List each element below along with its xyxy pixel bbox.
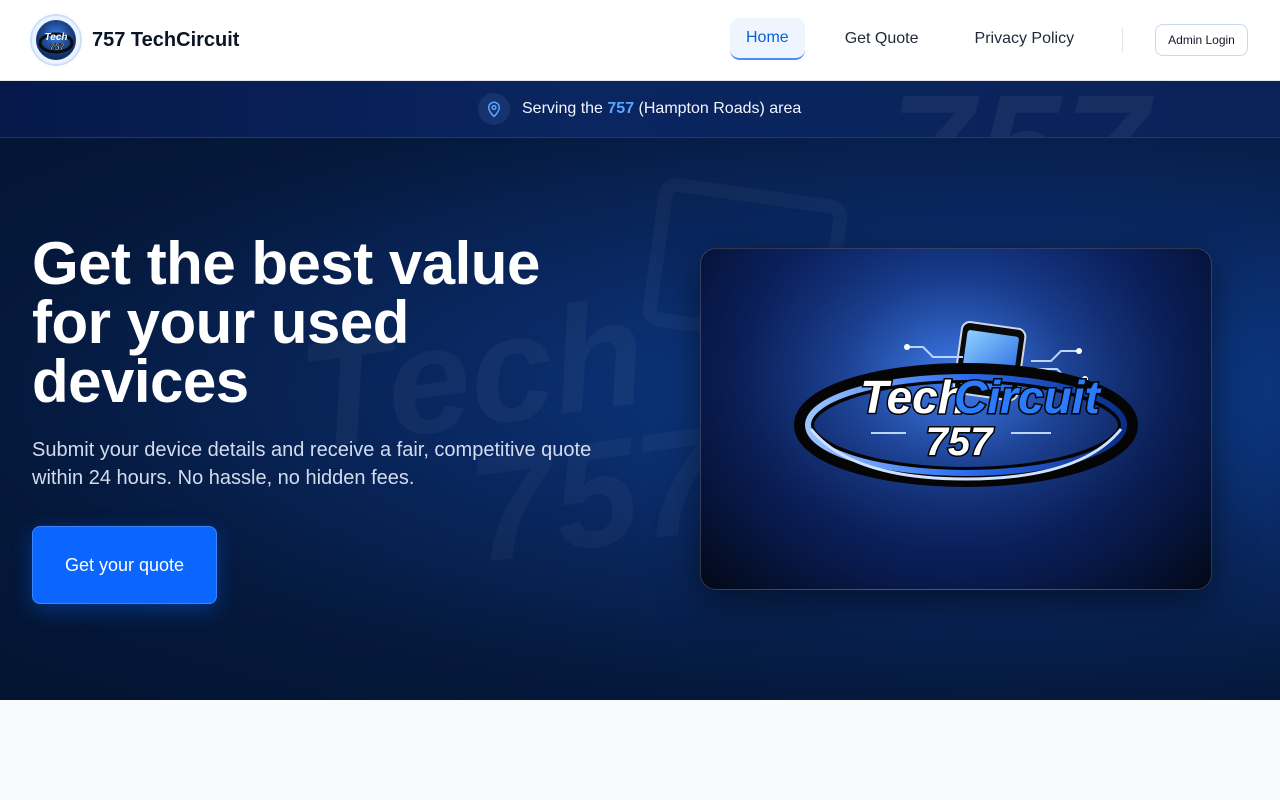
admin-login-button[interactable]: Admin Login xyxy=(1155,24,1248,56)
logo-word-tech: Tech xyxy=(860,371,966,423)
hero-section: Tech 757 Get the best value for your use… xyxy=(0,138,1280,700)
brand-logo-graphic: Tech 757 xyxy=(38,32,74,54)
site-header: Tech 757 757 TechCircuit Home Get Quote … xyxy=(0,0,1280,81)
nav-get-quote[interactable]: Get Quote xyxy=(829,18,935,60)
hero-subtext: Submit your device details and receive a… xyxy=(32,439,592,489)
techcircuit-logo-graphic: Tech Circuit 757 xyxy=(701,249,1211,589)
nav-divider xyxy=(1122,27,1123,53)
main-nav: Home Get Quote Privacy Policy xyxy=(730,18,1090,60)
service-area-suffix: (Hampton Roads) area xyxy=(638,100,802,117)
nav-privacy-policy[interactable]: Privacy Policy xyxy=(959,18,1091,60)
hero-logo-card: Tech Circuit 757 xyxy=(700,248,1212,590)
service-area-content: Serving the 757 (Hampton Roads) area xyxy=(478,93,801,125)
brand-logo-text-bottom: 757 xyxy=(49,42,65,52)
hero-headline: Get the best value for your used devices xyxy=(32,230,540,415)
map-pin-icon xyxy=(478,93,510,125)
service-area-prefix: Serving the xyxy=(522,100,603,117)
brand[interactable]: Tech 757 757 TechCircuit xyxy=(30,14,239,66)
get-quote-cta-button[interactable]: Get your quote xyxy=(32,526,217,604)
area-code-highlight: 757 xyxy=(607,100,635,117)
brand-logo: Tech 757 xyxy=(30,14,82,66)
hero-watermark-bottom: 757 xyxy=(459,391,731,597)
nav-home[interactable]: Home xyxy=(730,18,805,60)
strip-watermark: 757 xyxy=(890,81,1152,137)
service-area-strip: 757 Serving the 757 (Hampton Roads) area xyxy=(0,81,1280,138)
logo-word-757: 757 xyxy=(926,420,994,464)
logo-word-circuit: Circuit xyxy=(954,371,1101,423)
brand-name: 757 TechCircuit xyxy=(92,28,240,51)
service-area-text: Serving the 757 (Hampton Roads) area xyxy=(522,100,801,118)
lower-section xyxy=(0,700,1280,800)
